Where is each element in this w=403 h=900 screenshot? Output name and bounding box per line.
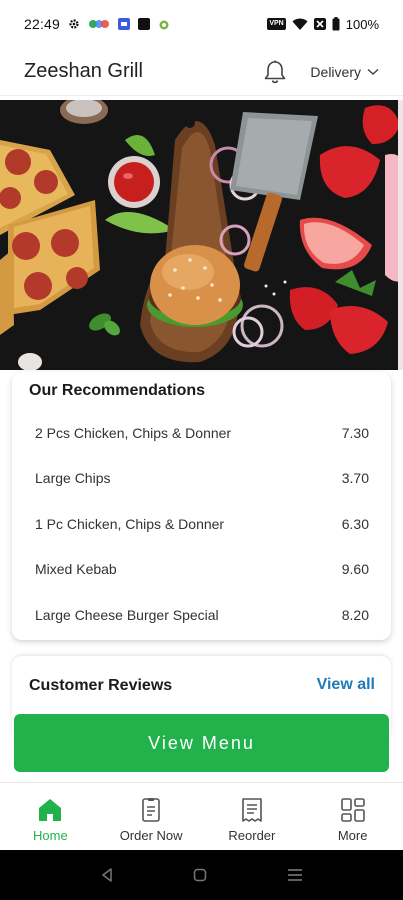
item-name: 2 Pcs Chicken, Chips & Donner — [35, 424, 232, 441]
customer-reviews-title: Customer Reviews — [29, 677, 173, 694]
nav-label-order-now: Order Now — [119, 828, 183, 843]
hero-food-image — [0, 100, 403, 370]
nav-item-reorder[interactable]: Reorder — [202, 783, 303, 850]
order-icon — [142, 798, 160, 822]
recommendation-item[interactable]: Large Cheese Burger Special 8.20 — [12, 592, 391, 638]
view-menu-button[interactable]: View Menu — [14, 714, 389, 772]
item-name: Large Chips — [35, 470, 111, 487]
chevron-down-icon — [367, 68, 379, 75]
notification-bell-icon[interactable] — [262, 59, 288, 85]
item-price: 8.20 — [341, 606, 369, 623]
recommendations-list: 2 Pcs Chicken, Chips & Donner 7.30 Large… — [12, 410, 391, 638]
recommendations-card: Our Recommendations 2 Pcs Chicken, Chips… — [12, 372, 391, 640]
recommendations-title: Our Recommendations — [29, 382, 206, 399]
item-price: 3.70 — [341, 470, 369, 487]
delivery-label: Delivery — [310, 63, 361, 80]
nav-item-order-now[interactable]: Order Now — [101, 783, 202, 850]
item-name: Mixed Kebab — [35, 561, 117, 578]
android-status-icon — [159, 20, 169, 30]
status-bar: 22:49 VPN 100% — [0, 0, 403, 48]
nav-item-more[interactable]: More — [302, 783, 403, 850]
wifi-icon — [292, 18, 308, 30]
settings-status-icon — [69, 19, 79, 29]
nav-item-home[interactable]: Home — [0, 783, 101, 850]
app-status-icon-black — [138, 18, 151, 30]
vpn-badge: VPN — [267, 18, 286, 30]
home-button-icon[interactable] — [193, 868, 207, 882]
grid-icon — [340, 798, 365, 822]
item-name: 1 Pc Chicken, Chips & Donner — [35, 515, 225, 532]
battery-icon — [332, 17, 340, 31]
item-price: 7.30 — [341, 424, 369, 441]
home-icon — [39, 799, 62, 821]
item-name: Large Cheese Burger Special — [35, 606, 219, 623]
receipt-icon — [242, 798, 262, 822]
battery-percent: 100% — [345, 16, 379, 32]
recommendation-item[interactable]: Mixed Kebab 9.60 — [12, 547, 391, 593]
food-illustration — [0, 100, 403, 370]
recents-icon[interactable] — [287, 868, 303, 882]
back-icon[interactable] — [100, 868, 114, 882]
item-price: 6.30 — [341, 515, 369, 532]
app-status-icon-blue — [118, 18, 131, 30]
recommendation-item[interactable]: 2 Pcs Chicken, Chips & Donner 7.30 — [12, 410, 391, 456]
restaurant-title: Zeeshan Grill — [24, 60, 143, 82]
system-navigation-bar — [0, 850, 403, 900]
app-header: Zeeshan Grill Delivery — [0, 48, 403, 96]
nav-label-more: More — [337, 828, 368, 843]
recommendation-item[interactable]: 1 Pc Chicken, Chips & Donner 6.30 — [12, 501, 391, 547]
nav-label-reorder: Reorder — [228, 828, 276, 843]
delivery-mode-dropdown[interactable]: Delivery — [310, 64, 379, 80]
recommendation-item[interactable]: Large Chips 3.70 — [12, 456, 391, 502]
item-price: 9.60 — [341, 561, 369, 578]
nav-label-home: Home — [33, 828, 68, 843]
view-all-reviews-link[interactable]: View all — [317, 676, 375, 694]
bottom-navigation: Home Order Now Reorder More — [0, 782, 403, 850]
signal-icon — [313, 18, 326, 30]
app-status-icon — [89, 20, 110, 28]
status-time: 22:49 — [24, 16, 61, 32]
